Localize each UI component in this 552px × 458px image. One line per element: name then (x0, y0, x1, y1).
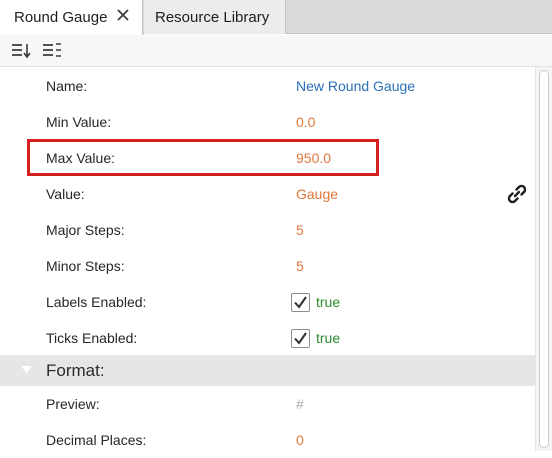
property-row-min-value[interactable]: Min Value: 0.0 (0, 104, 535, 140)
labels-enabled-checkbox[interactable] (291, 292, 310, 312)
collapse-arrow-icon[interactable] (21, 366, 32, 374)
tab-resource-library[interactable]: Resource Library (144, 0, 286, 34)
categorized-list-icon[interactable] (41, 41, 63, 61)
labels-enabled-value: true (316, 294, 341, 310)
property-toolbar (0, 35, 552, 67)
sort-list-icon[interactable] (10, 41, 32, 61)
property-label: Value: (46, 186, 85, 202)
property-label: Labels Enabled: (46, 294, 147, 310)
property-label: Minor Steps: (46, 258, 125, 274)
ticks-enabled-checkbox[interactable] (291, 328, 310, 348)
checkmark-icon (294, 295, 307, 309)
property-value-name[interactable]: New Round Gauge (296, 68, 415, 104)
property-value-major-steps[interactable]: 5 (296, 212, 304, 248)
format-section-header[interactable]: Format: (0, 355, 535, 386)
tab-bar: Round Gauge Resource Library (0, 0, 552, 35)
property-row-ticks-enabled[interactable]: Ticks Enabled: true (0, 320, 535, 356)
scrollbar-thumb[interactable] (539, 70, 549, 448)
property-value-preview: # (296, 396, 304, 412)
property-row-labels-enabled[interactable]: Labels Enabled: true (0, 284, 535, 320)
property-value-minor-steps[interactable]: 5 (296, 248, 304, 284)
link-icon[interactable] (506, 183, 528, 205)
vertical-scrollbar[interactable] (535, 67, 552, 451)
labels-enabled-toggle[interactable]: true (291, 284, 340, 320)
property-row-preview[interactable]: Preview: # (0, 386, 535, 422)
property-label: Major Steps: (46, 222, 125, 238)
property-label: Preview: (46, 396, 100, 412)
property-label: Ticks Enabled: (46, 330, 138, 346)
property-row-minor-steps[interactable]: Minor Steps: 5 (0, 248, 535, 284)
checkmark-icon (294, 331, 307, 345)
ticks-enabled-toggle[interactable]: true (291, 320, 340, 356)
close-icon[interactable] (116, 8, 130, 22)
property-value-decimal-places[interactable]: 0 (296, 422, 304, 458)
property-grid: Name: New Round Gauge Min Value: 0.0 Max… (0, 67, 535, 451)
tab-label: Resource Library (155, 8, 270, 26)
property-value-value[interactable]: Gauge (296, 176, 338, 212)
tab-round-gauge[interactable]: Round Gauge (0, 0, 143, 35)
ticks-enabled-value: true (316, 330, 341, 346)
max-value-highlight (27, 139, 379, 176)
section-label: Format: (46, 361, 105, 380)
property-row-decimal-places[interactable]: Decimal Places: 0 (0, 422, 535, 458)
property-row-value[interactable]: Value: Gauge (0, 176, 535, 212)
tab-label: Round Gauge (14, 9, 108, 26)
property-value-min-value[interactable]: 0.0 (296, 104, 315, 140)
property-row-major-steps[interactable]: Major Steps: 5 (0, 212, 535, 248)
property-label: Decimal Places: (46, 432, 147, 448)
property-row-name[interactable]: Name: New Round Gauge (0, 68, 535, 104)
property-label: Min Value: (46, 114, 112, 130)
property-label: Name: (46, 78, 88, 94)
